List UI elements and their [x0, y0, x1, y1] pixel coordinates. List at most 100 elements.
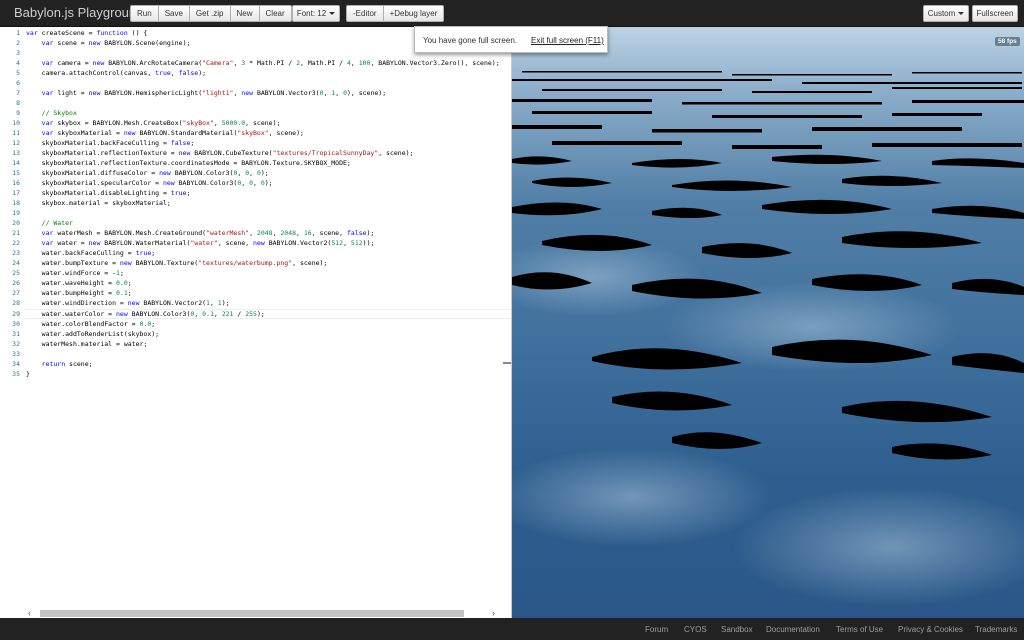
line-number: 22 [12, 239, 20, 247]
footer-link-terms[interactable]: Terms of Use [836, 625, 883, 634]
scroll-right-icon[interactable]: › [492, 608, 495, 618]
code-line: waterMesh.material = water; [26, 340, 148, 348]
code-line: var skybox = BABYLON.Mesh.CreateBox("sky… [41, 119, 281, 127]
code-line: water.waveHeight = 0.0; [26, 279, 132, 287]
footer-link-cyos[interactable]: CYOS [684, 625, 707, 634]
code-line: var light = new BABYLON.HemisphericLight… [41, 89, 387, 97]
brand-title: Babylon.js Playground [14, 5, 144, 20]
exit-fullscreen-link[interactable]: Exit full screen (F11) [531, 36, 604, 45]
code-line: var water = new BABYLON.WaterMaterial("w… [41, 239, 375, 247]
debug-layer-button[interactable]: +Debug layer [383, 5, 445, 22]
line-number: 25 [12, 269, 20, 277]
code-line: var camera = new BABYLON.ArcRotateCamera… [41, 59, 500, 67]
code-line: var scene = new BABYLON.Scene(engine); [41, 39, 191, 47]
footer-link-sandbox[interactable]: Sandbox [721, 625, 753, 634]
line-number: 8 [16, 99, 20, 107]
get-zip-button[interactable]: Get .zip [189, 5, 231, 22]
footer-bar: Forum CYOS Sandbox Documentation Terms o… [0, 618, 1024, 640]
line-number: 14 [12, 159, 20, 167]
line-number: 4 [16, 59, 20, 67]
code-line: water.addToRenderList(skybox); [26, 330, 160, 338]
custom-label: Custom [927, 9, 956, 18]
code-line: // Water [41, 219, 73, 227]
line-number: 20 [12, 219, 20, 227]
new-button[interactable]: New [230, 5, 260, 22]
top-navbar: Babylon.js Playground Run Save Get .zip … [0, 0, 1024, 27]
line-number: 3 [16, 49, 20, 57]
code-line: water.colorBlendFactor = 0.0; [26, 320, 156, 328]
horizontal-scrollbar[interactable]: ‹ › [28, 608, 502, 618]
fps-counter: 58 fps [995, 37, 1020, 46]
line-number: 10 [12, 119, 20, 127]
line-number: 32 [12, 340, 20, 348]
code-line: skyboxMaterial.reflectionTexture = new B… [26, 149, 414, 157]
code-line: } [26, 370, 30, 378]
water-scene-illustration [512, 71, 1024, 607]
line-number: 7 [16, 89, 20, 97]
code-line: skyboxMaterial.backFaceCulling = false; [26, 139, 195, 147]
code-line: water.bumpHeight = 0.1; [26, 289, 132, 297]
caret-down-icon [329, 12, 336, 15]
line-number: 9 [16, 109, 20, 117]
line-number: 30 [12, 320, 20, 328]
run-button[interactable]: Run [130, 5, 159, 22]
horizontal-scroll-thumb[interactable] [40, 610, 464, 617]
line-number: 16 [12, 179, 20, 187]
font-size-label: Font: 12 [296, 9, 327, 18]
clear-button[interactable]: Clear [259, 5, 292, 22]
scroll-left-icon[interactable]: ‹ [28, 608, 31, 618]
code-line: // Skybox [41, 109, 77, 117]
code-line: var createScene = function () { [26, 29, 148, 37]
editor-button-group: -Editor +Debug layer [346, 5, 445, 22]
fullscreen-button[interactable]: Fullscreen [972, 5, 1018, 22]
line-number: 29 [12, 310, 20, 318]
line-number: 12 [12, 139, 20, 147]
code-line: var waterMesh = BABYLON.Mesh.CreateGroun… [41, 229, 375, 237]
line-number: 27 [12, 289, 20, 297]
line-number-gutter: 1 2 3 4 5 6 7 8 9 10 11 12 13 14 15 16 17 18 19 20 21 22 23 24 2… [0, 27, 24, 607]
line-number: 23 [12, 249, 20, 257]
code-line: water.windDirection = new BABYLON.Vector… [26, 299, 230, 307]
code-line: skyboxMaterial.reflectionTexture.coordin… [26, 159, 351, 167]
code-line: skyboxMaterial.specularColor = new BABYL… [26, 179, 273, 187]
code-line: return scene; [41, 360, 93, 368]
line-number: 11 [12, 129, 20, 137]
line-number: 5 [16, 69, 20, 77]
line-number: 6 [16, 79, 20, 87]
code-line: skybox.material = skyboxMaterial; [26, 199, 171, 207]
code-line: water.backFaceCulling = true; [26, 249, 156, 257]
line-number: 24 [12, 259, 20, 267]
main-button-group: Run Save Get .zip New Clear [130, 5, 292, 22]
code-line: water.bumpTexture = new BABYLON.Texture(… [26, 259, 328, 267]
line-number: 26 [12, 279, 20, 287]
code-line: water.windForce = -1; [26, 269, 124, 277]
line-number: 18 [12, 199, 20, 207]
line-number: 19 [12, 209, 20, 217]
footer-link-documentation[interactable]: Documentation [766, 625, 820, 634]
vertical-scroll-marker [503, 362, 511, 364]
save-button[interactable]: Save [158, 5, 190, 22]
line-number: 33 [12, 350, 20, 358]
toggle-editor-button[interactable]: -Editor [346, 5, 384, 22]
line-number: 31 [12, 330, 20, 338]
code-editor[interactable]: 1 2 3 4 5 6 7 8 9 10 11 12 13 14 15 16 17 18 19 20 21 22 23 24 2… [0, 27, 512, 618]
line-number: 35 [12, 370, 20, 378]
line-number: 34 [12, 360, 20, 368]
font-size-dropdown[interactable]: Font: 12 [292, 5, 340, 22]
line-number: 13 [12, 149, 20, 157]
footer-link-forum[interactable]: Forum [645, 625, 668, 634]
caret-down-icon [958, 12, 965, 15]
code-line: skyboxMaterial.disableLighting = true; [26, 189, 191, 197]
line-number: 1 [16, 29, 20, 37]
footer-link-privacy[interactable]: Privacy & Cookies [898, 625, 963, 634]
line-number: 17 [12, 189, 20, 197]
custom-dropdown[interactable]: Custom [923, 5, 969, 22]
footer-link-trademarks[interactable]: Trademarks [975, 625, 1017, 634]
code-line: camera.attachControl(canvas, true, false… [26, 69, 207, 77]
code-line: water.waterColor = new BABYLON.Color3(0,… [26, 310, 265, 318]
code-line: var skyboxMaterial = new BABYLON.Standar… [41, 129, 304, 137]
line-number: 28 [12, 299, 20, 307]
code-line: skyboxMaterial.diffuseColor = new BABYLO… [26, 169, 269, 177]
fullscreen-message: You have gone full screen. [423, 36, 517, 45]
render-canvas[interactable]: 58 fps [512, 27, 1024, 618]
